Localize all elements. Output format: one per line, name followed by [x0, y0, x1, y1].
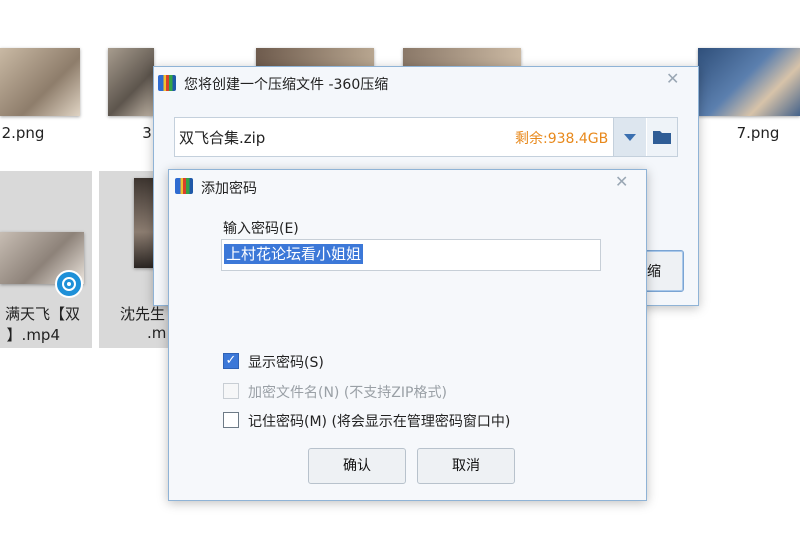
close-icon[interactable]: ✕: [615, 172, 628, 191]
compress-window-titlebar[interactable]: 您将创建一个压缩文件 -360压缩 ✕: [154, 67, 698, 97]
folder-icon: [653, 131, 671, 144]
video-file-name[interactable]: .m: [147, 324, 168, 342]
password-value-selected: 上村花论坛看小姐姐: [224, 244, 364, 264]
file-thumbnail[interactable]: [256, 48, 374, 66]
password-dialog: 添加密码 ✕ 输入密码(E) 上村花论坛看小姐姐 ✓ 显示密码(S) 加密文件名…: [168, 169, 647, 501]
archive-filename: 双飞合集.zip: [179, 129, 266, 147]
compress-button-label: 缩: [647, 264, 661, 280]
archive-app-icon: [175, 178, 193, 194]
show-password-checkbox[interactable]: ✓: [223, 353, 239, 369]
confirm-button[interactable]: 确认: [308, 448, 406, 484]
encrypt-filename-checkbox: [223, 383, 239, 399]
compress-window-title: 您将创建一个压缩文件 -360压缩: [184, 77, 389, 93]
password-dialog-titlebar[interactable]: 添加密码 ✕: [169, 170, 646, 202]
password-dialog-title: 添加密码: [201, 181, 257, 197]
file-thumbnail[interactable]: [698, 48, 800, 116]
file-name[interactable]: 2.png: [0, 124, 46, 142]
path-dropdown-button[interactable]: [613, 118, 646, 156]
chevron-down-icon: [624, 134, 636, 141]
encrypt-filename-label: 加密文件名(N) (不支持ZIP格式): [248, 385, 447, 401]
file-thumbnail[interactable]: [0, 48, 80, 116]
remaining-space: 剩余:938.4GB: [515, 131, 609, 147]
browse-folder-button[interactable]: [647, 118, 677, 156]
close-icon[interactable]: ✕: [666, 69, 679, 88]
video-file-name[interactable]: 】.mp4: [0, 324, 60, 345]
remember-password-label[interactable]: 记住密码(M) (将会显示在管理密码窗口中): [248, 411, 510, 431]
confirm-button-label: 确认: [343, 458, 371, 474]
show-password-label[interactable]: 显示密码(S): [248, 352, 324, 372]
file-thumbnail[interactable]: [403, 48, 521, 66]
password-prompt-label: 输入密码(E): [223, 221, 299, 237]
archive-path-field[interactable]: 双飞合集.zip 剩余:938.4GB: [174, 117, 678, 157]
video-file-name[interactable]: 沈先生: [120, 303, 168, 324]
video-file-name[interactable]: 满天飞【双: [0, 303, 80, 324]
file-name[interactable]: 3: [140, 124, 154, 142]
file-thumbnail[interactable]: [108, 48, 154, 116]
password-input[interactable]: 上村花论坛看小姐姐: [221, 239, 601, 271]
archive-app-icon: [158, 75, 176, 91]
remember-password-checkbox[interactable]: [223, 412, 239, 428]
file-name[interactable]: 7.png: [730, 124, 786, 142]
cancel-button-label: 取消: [452, 458, 480, 474]
cancel-button[interactable]: 取消: [417, 448, 515, 484]
video-play-icon: [55, 270, 83, 298]
